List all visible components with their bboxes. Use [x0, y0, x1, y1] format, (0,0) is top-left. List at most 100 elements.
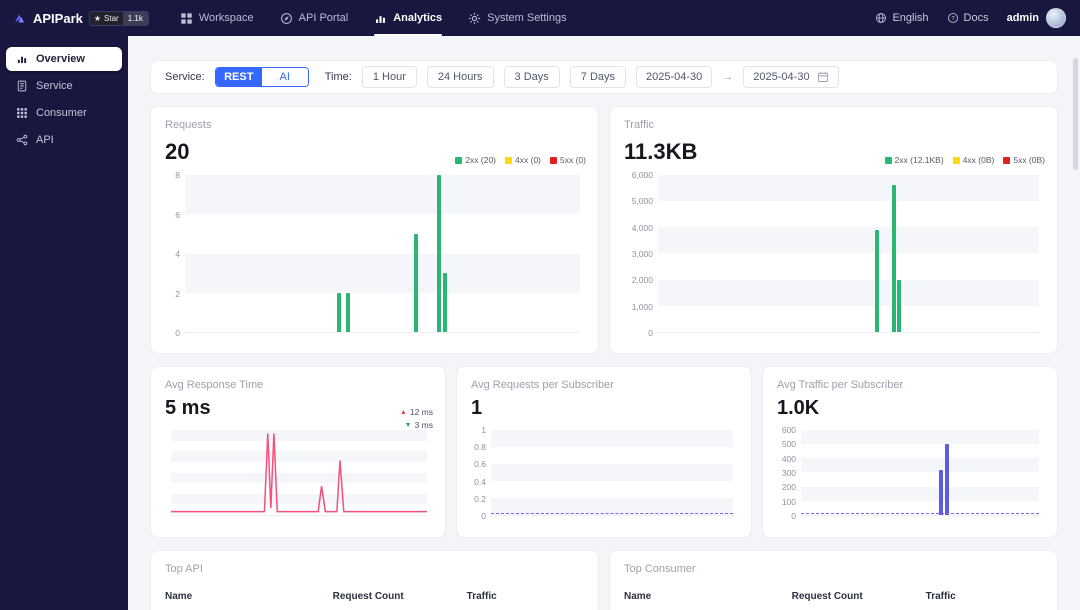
- nav-label: API Portal: [298, 12, 349, 24]
- service-label: Service:: [165, 71, 205, 83]
- column-request-count: Request Count: [791, 591, 863, 602]
- legend-swatch: [952, 156, 960, 164]
- max-response: ▲ 12 ms: [400, 407, 433, 417]
- avg-traffic-per-subscriber-card: Avg Traffic per Subscriber 1.0K 600 500 40…: [762, 366, 1058, 538]
- sidebar-item-consumer[interactable]: Consumer: [6, 101, 122, 125]
- column-traffic: Traffic: [925, 591, 956, 602]
- apps-grid-icon: [17, 108, 27, 118]
- max-response-value: 12 ms: [409, 407, 433, 417]
- legend-2xx[interactable]: 2xx (12.1KB): [884, 155, 944, 165]
- legend-4xx[interactable]: 4xx (0): [505, 155, 541, 165]
- brand[interactable]: APIPark ★ Star 1.1k: [14, 10, 149, 26]
- avg-traffic-value: 1.0K: [777, 397, 820, 419]
- service-option-rest[interactable]: REST: [215, 68, 262, 86]
- main-content: Service: REST AI Time: 1 Hour 24 Hours 3…: [128, 36, 1080, 610]
- legend-swatch: [550, 156, 558, 164]
- nav-workspace[interactable]: Workspace: [167, 0, 267, 36]
- legend-2xx[interactable]: 2xx (20): [455, 155, 496, 165]
- card-title: Top API: [165, 563, 203, 575]
- legend-label: 5xx (0B): [1013, 155, 1045, 165]
- legend-swatch: [884, 156, 892, 164]
- vertical-scrollbar[interactable]: [1073, 58, 1078, 170]
- requests-card: Requests 20 2xx (20) 4xx (0) 5xx (0) 864…: [150, 106, 599, 354]
- top-navigation: Workspace API Portal Analytics System Se…: [167, 0, 580, 36]
- gear-icon: [469, 12, 481, 24]
- navbar-right: English ? Docs admin: [875, 8, 1066, 28]
- top-navbar: APIPark ★Star 1.1k Workspace API Portal: [0, 0, 1080, 36]
- sidebar-item-overview[interactable]: Overview: [6, 47, 122, 71]
- time-3-days-button[interactable]: 3 Days: [503, 66, 560, 88]
- caret-up-icon: ▲: [399, 408, 407, 416]
- document-icon: [17, 80, 27, 92]
- time-7-days-button[interactable]: 7 Days: [569, 66, 627, 88]
- docs-link[interactable]: ? Docs: [947, 12, 989, 24]
- top-api-card: Top API Name Request Count Traffic: [150, 550, 599, 610]
- legend-label: 4xx (0B): [962, 155, 995, 165]
- language-label: English: [892, 12, 929, 24]
- avg-requests-per-subscriber-card: Avg Requests per Subscriber 1 1 0.8 0.6 0.4…: [456, 366, 752, 538]
- response-min-max: ▲ 12 ms ▼ 3 ms: [400, 407, 433, 430]
- star-count: 1.1k: [122, 11, 148, 25]
- date-start-input[interactable]: 2025-04-30: [636, 66, 713, 88]
- traffic-chart: 6,000 5,000 4,000 3,000 2,000 1,000 0: [624, 170, 1043, 338]
- time-label: Time:: [324, 71, 352, 83]
- compass-icon: [280, 12, 292, 24]
- top-consumer-table-header: Name Request Count Traffic: [624, 591, 1043, 602]
- github-star-badge[interactable]: ★ Star 1.1k: [88, 10, 149, 26]
- caret-down-icon: ▼: [404, 421, 412, 429]
- charts-row-2: Avg Response Time 5 ms ▲ 12 ms ▼ 3 ms Avg …: [150, 366, 1058, 538]
- charts-row-1: Requests 20 2xx (20) 4xx (0) 5xx (0) 864…: [150, 106, 1058, 354]
- apipark-logo-icon: [15, 14, 25, 22]
- card-title: Top Consumer: [624, 563, 696, 575]
- tables-row: Top API Name Request Count Traffic Top C…: [150, 550, 1058, 610]
- date-end-input[interactable]: 2025-04-30: [743, 66, 839, 88]
- sidebar-item-api[interactable]: API: [6, 128, 122, 152]
- api-nodes-icon: [16, 134, 28, 146]
- sidebar-item-label: Overview: [36, 53, 85, 65]
- avg-response-time-card: Avg Response Time 5 ms ▲ 12 ms ▼ 3 ms: [150, 366, 446, 538]
- requests-chart: 86420: [165, 170, 584, 338]
- card-title: Avg Requests per Subscriber: [471, 379, 614, 391]
- legend-4xx[interactable]: 4xx (0B): [952, 155, 995, 165]
- filter-bar: Service: REST AI Time: 1 Hour 24 Hours 3…: [150, 60, 1058, 94]
- card-title: Requests: [165, 119, 212, 131]
- nav-analytics[interactable]: Analytics: [361, 0, 455, 36]
- avg-requests-chart: 1 0.8 0.6 0.4 0.2 0: [471, 425, 737, 521]
- column-name: Name: [624, 591, 652, 602]
- legend-label: 4xx (0): [515, 155, 542, 165]
- nav-label: System Settings: [487, 12, 567, 24]
- legend-5xx[interactable]: 5xx (0): [550, 155, 586, 165]
- sidebar-item-label: API: [36, 134, 54, 146]
- avatar: [1046, 8, 1066, 28]
- time-1-hour-button[interactable]: 1 Hour: [361, 66, 417, 88]
- calendar-icon: [817, 72, 828, 82]
- user-menu[interactable]: admin: [1007, 8, 1066, 28]
- top-consumer-card: Top Consumer Name Request Count Traffic: [609, 550, 1058, 610]
- top-api-table-header: Name Request Count Traffic: [165, 591, 584, 602]
- service-option-ai[interactable]: AI: [261, 68, 308, 86]
- min-response-value: 3 ms: [414, 420, 433, 430]
- legend-swatch: [455, 156, 463, 164]
- avg-response-chart: [165, 430, 431, 516]
- legend-swatch: [505, 156, 513, 164]
- workspace-grid-icon: [181, 12, 192, 24]
- nav-api-portal[interactable]: API Portal: [267, 0, 362, 36]
- sidebar-item-label: Consumer: [36, 107, 87, 119]
- column-traffic: Traffic: [466, 591, 497, 602]
- legend-label: 5xx (0): [560, 155, 586, 165]
- card-title: Avg Response Time: [165, 379, 264, 391]
- language-select[interactable]: English: [875, 12, 929, 24]
- sidebar-item-label: Service: [36, 80, 73, 92]
- bar-chart-icon: [376, 15, 386, 23]
- traffic-card: Traffic 11.3KB 2xx (12.1KB) 4xx (0B) 5xx…: [609, 106, 1058, 354]
- legend-5xx[interactable]: 5xx (0B): [1003, 155, 1045, 165]
- star-icon: ★: [93, 13, 102, 23]
- question-circle-icon: ?: [947, 13, 958, 23]
- nav-system-settings[interactable]: System Settings: [455, 0, 579, 36]
- date-range-arrow: →: [722, 71, 734, 83]
- service-segmented-control: REST AI: [214, 67, 309, 87]
- logo-text: APIPark: [33, 10, 83, 26]
- card-title: Avg Traffic per Subscriber: [777, 379, 904, 391]
- time-24-hours-button[interactable]: 24 Hours: [426, 66, 494, 88]
- sidebar-item-service[interactable]: Service: [6, 74, 122, 98]
